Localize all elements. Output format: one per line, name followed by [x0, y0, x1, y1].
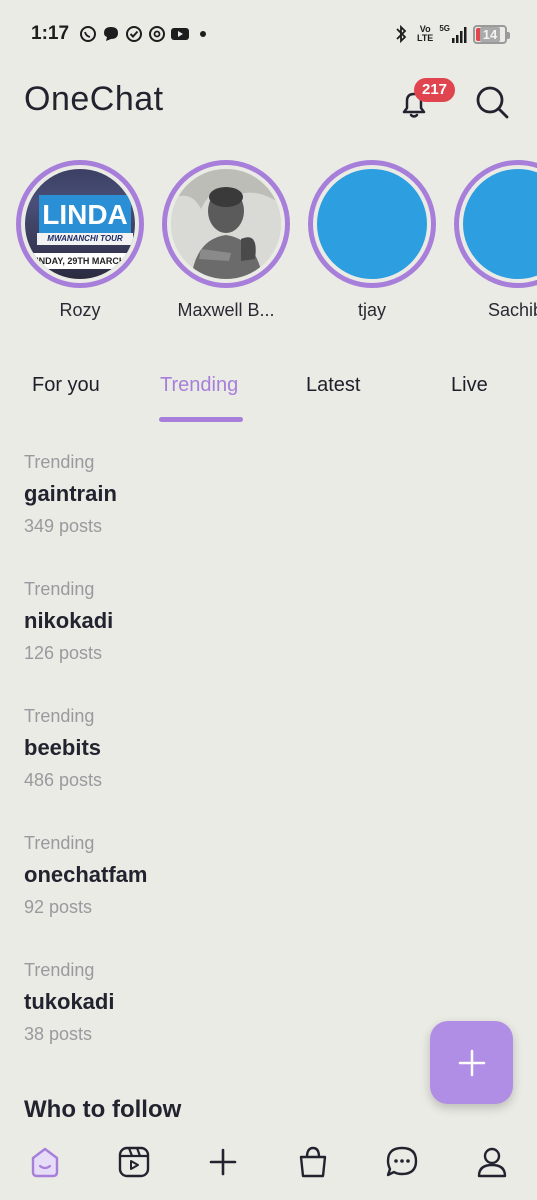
search-button[interactable] [474, 84, 510, 120]
story-avatar: LINDA MWANANCHI TOUR UNDAY, 29TH MARCH 2… [25, 169, 135, 279]
trending-item[interactable]: Trending gaintrain 349 posts [24, 452, 424, 537]
bluetooth-icon [391, 24, 411, 44]
youtube-icon [170, 24, 190, 44]
profile-icon [477, 1147, 507, 1178]
trending-post-count: 486 posts [24, 770, 103, 790]
trending-tag: beebits [24, 735, 102, 760]
bottom-navigation [0, 1128, 537, 1200]
trending-label: Trending [24, 706, 95, 726]
story-name: Sachib [488, 300, 537, 320]
notification-count-badge: 217 [414, 78, 456, 102]
trending-post-count: 126 posts [24, 643, 103, 663]
trending-item[interactable]: Trending beebits 486 posts [24, 706, 424, 791]
trending-post-count: 349 posts [24, 516, 103, 536]
nav-home-button[interactable] [25, 1142, 65, 1182]
trending-item[interactable]: Trending tukokadi 38 posts [24, 960, 424, 1045]
dot-icon [193, 24, 213, 44]
story-image-subtitle: MWANANCHI TOUR [37, 233, 133, 245]
story-image-date: UNDAY, 29TH MARCH 20 [25, 253, 135, 269]
trending-post-count: 38 posts [24, 1024, 93, 1044]
add-icon [209, 1148, 237, 1176]
nav-add-button[interactable] [203, 1142, 243, 1182]
story-item[interactable]: tjay [306, 160, 438, 321]
story-ring [162, 160, 290, 288]
story-item[interactable]: Maxwell B... [160, 160, 292, 321]
stories-row: LINDA MWANANCHI TOUR UNDAY, 29TH MARCH 2… [0, 160, 537, 330]
trending-tag: gaintrain [24, 481, 117, 506]
app-title: OneChat [24, 80, 164, 118]
story-name: Maxwell B... [177, 300, 275, 320]
trending-tag: nikokadi [24, 608, 114, 633]
volte-indicator: Vo LTE [416, 24, 434, 43]
trending-label: Trending [24, 579, 95, 599]
story-avatar [171, 169, 281, 279]
trending-label: Trending [24, 833, 95, 853]
tab-trending[interactable]: Trending [160, 374, 238, 397]
search-icon [476, 86, 509, 119]
story-ring [308, 160, 436, 288]
check-circle-icon [124, 24, 144, 44]
story-image-title: LINDA [39, 195, 131, 235]
reels-icon [118, 1146, 150, 1178]
chat-bubble-icon [101, 24, 121, 44]
trending-item[interactable]: Trending nikokadi 126 posts [24, 579, 424, 664]
battery-icon: 14 [473, 24, 510, 44]
system-icons: Vo LTE 5G 14 [391, 24, 510, 44]
trending-label: Trending [24, 452, 95, 472]
tab-for-you[interactable]: For you [32, 374, 100, 397]
story-item[interactable]: LINDA MWANANCHI TOUR UNDAY, 29TH MARCH 2… [14, 160, 146, 321]
trending-tag: tukokadi [24, 989, 115, 1014]
status-bar: 1:17 Vo LTE 5G 14 [0, 0, 537, 70]
home-icon [31, 1147, 59, 1178]
story-ring: LINDA MWANANCHI TOUR UNDAY, 29TH MARCH 2… [16, 160, 144, 288]
messages-icon [386, 1146, 418, 1177]
trending-item[interactable]: Trending onechatfam 92 posts [24, 833, 424, 918]
plus-icon [458, 1049, 485, 1076]
active-tab-indicator [159, 417, 243, 422]
trending-post-count: 92 posts [24, 897, 93, 917]
story-name: tjay [357, 300, 386, 320]
whatsapp-icon [78, 24, 98, 44]
status-time: 1:17 [31, 23, 70, 44]
nav-reels-button[interactable] [114, 1142, 154, 1182]
trending-label: Trending [24, 960, 95, 980]
threads-icon [147, 24, 167, 44]
trending-tag: onechatfam [24, 862, 148, 887]
nav-profile-button[interactable] [472, 1142, 512, 1182]
shop-bag-icon [299, 1146, 327, 1178]
nav-messages-button[interactable] [382, 1142, 422, 1182]
who-to-follow-heading: Who to follow [24, 1096, 182, 1123]
tab-live[interactable]: Live [451, 374, 488, 397]
nav-shop-button[interactable] [293, 1142, 333, 1182]
story-avatar [317, 169, 427, 279]
notification-icons [78, 24, 213, 44]
create-post-button[interactable] [430, 1021, 513, 1104]
story-item[interactable]: Sachib [452, 160, 537, 321]
story-ring [454, 160, 537, 288]
story-name: Rozy [59, 300, 101, 320]
feed-tabs: For you Trending Latest Live [0, 360, 537, 424]
tab-latest[interactable]: Latest [306, 374, 360, 397]
signal-icon: 5G [439, 24, 467, 44]
story-avatar [463, 169, 537, 279]
